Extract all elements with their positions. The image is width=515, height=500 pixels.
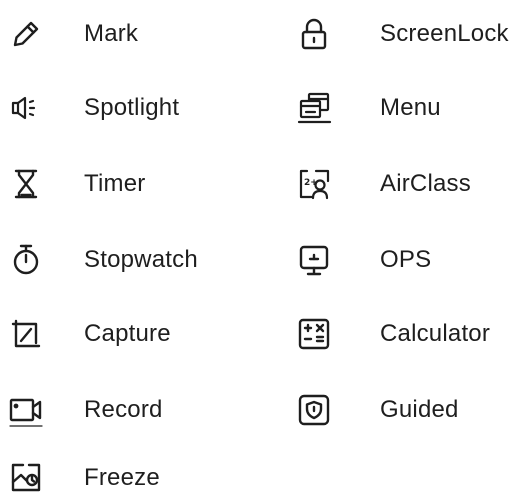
freeze-image-icon <box>6 458 46 498</box>
tool-label: Capture <box>84 320 171 347</box>
tool-label: Mark <box>84 20 139 47</box>
hourglass-icon <box>6 164 46 204</box>
tool-timer[interactable]: Timer <box>0 162 260 206</box>
tool-capture[interactable]: Capture <box>0 312 260 356</box>
pencil-icon <box>6 14 46 54</box>
video-camera-icon <box>6 390 46 430</box>
tool-label: Calculator <box>380 320 491 347</box>
tool-record[interactable]: Record <box>0 388 260 432</box>
calculator-icon <box>294 314 334 354</box>
tool-label: OPS <box>380 246 432 273</box>
tool-ops[interactable]: OPS <box>290 238 515 282</box>
lock-icon <box>294 14 334 54</box>
tool-calculator[interactable]: Calculator <box>290 312 515 356</box>
tool-label: Spotlight <box>84 94 180 121</box>
tool-label: Guided <box>380 396 459 423</box>
stopwatch-icon <box>6 240 46 280</box>
tool-label: Stopwatch <box>84 246 198 273</box>
tool-guided[interactable]: Guided <box>290 388 515 432</box>
tool-freeze[interactable]: Freeze <box>0 456 260 500</box>
capture-icon <box>6 314 46 354</box>
tool-stopwatch[interactable]: Stopwatch <box>0 238 260 282</box>
tool-label: Menu <box>380 94 441 121</box>
spotlight-icon <box>6 88 46 128</box>
tool-airclass[interactable]: 2+ AirClass <box>290 162 515 206</box>
shield-icon <box>294 390 334 430</box>
tool-mark[interactable]: Mark <box>0 12 260 56</box>
tool-spotlight[interactable]: Spotlight <box>0 86 260 130</box>
tool-label: Timer <box>84 170 146 197</box>
tool-label: Freeze <box>84 464 160 491</box>
tool-menu[interactable]: Menu <box>290 86 515 130</box>
menu-windows-icon <box>294 88 334 128</box>
tool-label: Record <box>84 396 163 423</box>
monitor-icon <box>294 240 334 280</box>
airclass-icon: 2+ <box>294 164 334 204</box>
tool-label: AirClass <box>380 170 471 197</box>
tool-screenlock[interactable]: ScreenLock <box>290 12 515 56</box>
tool-label: ScreenLock <box>380 20 509 47</box>
